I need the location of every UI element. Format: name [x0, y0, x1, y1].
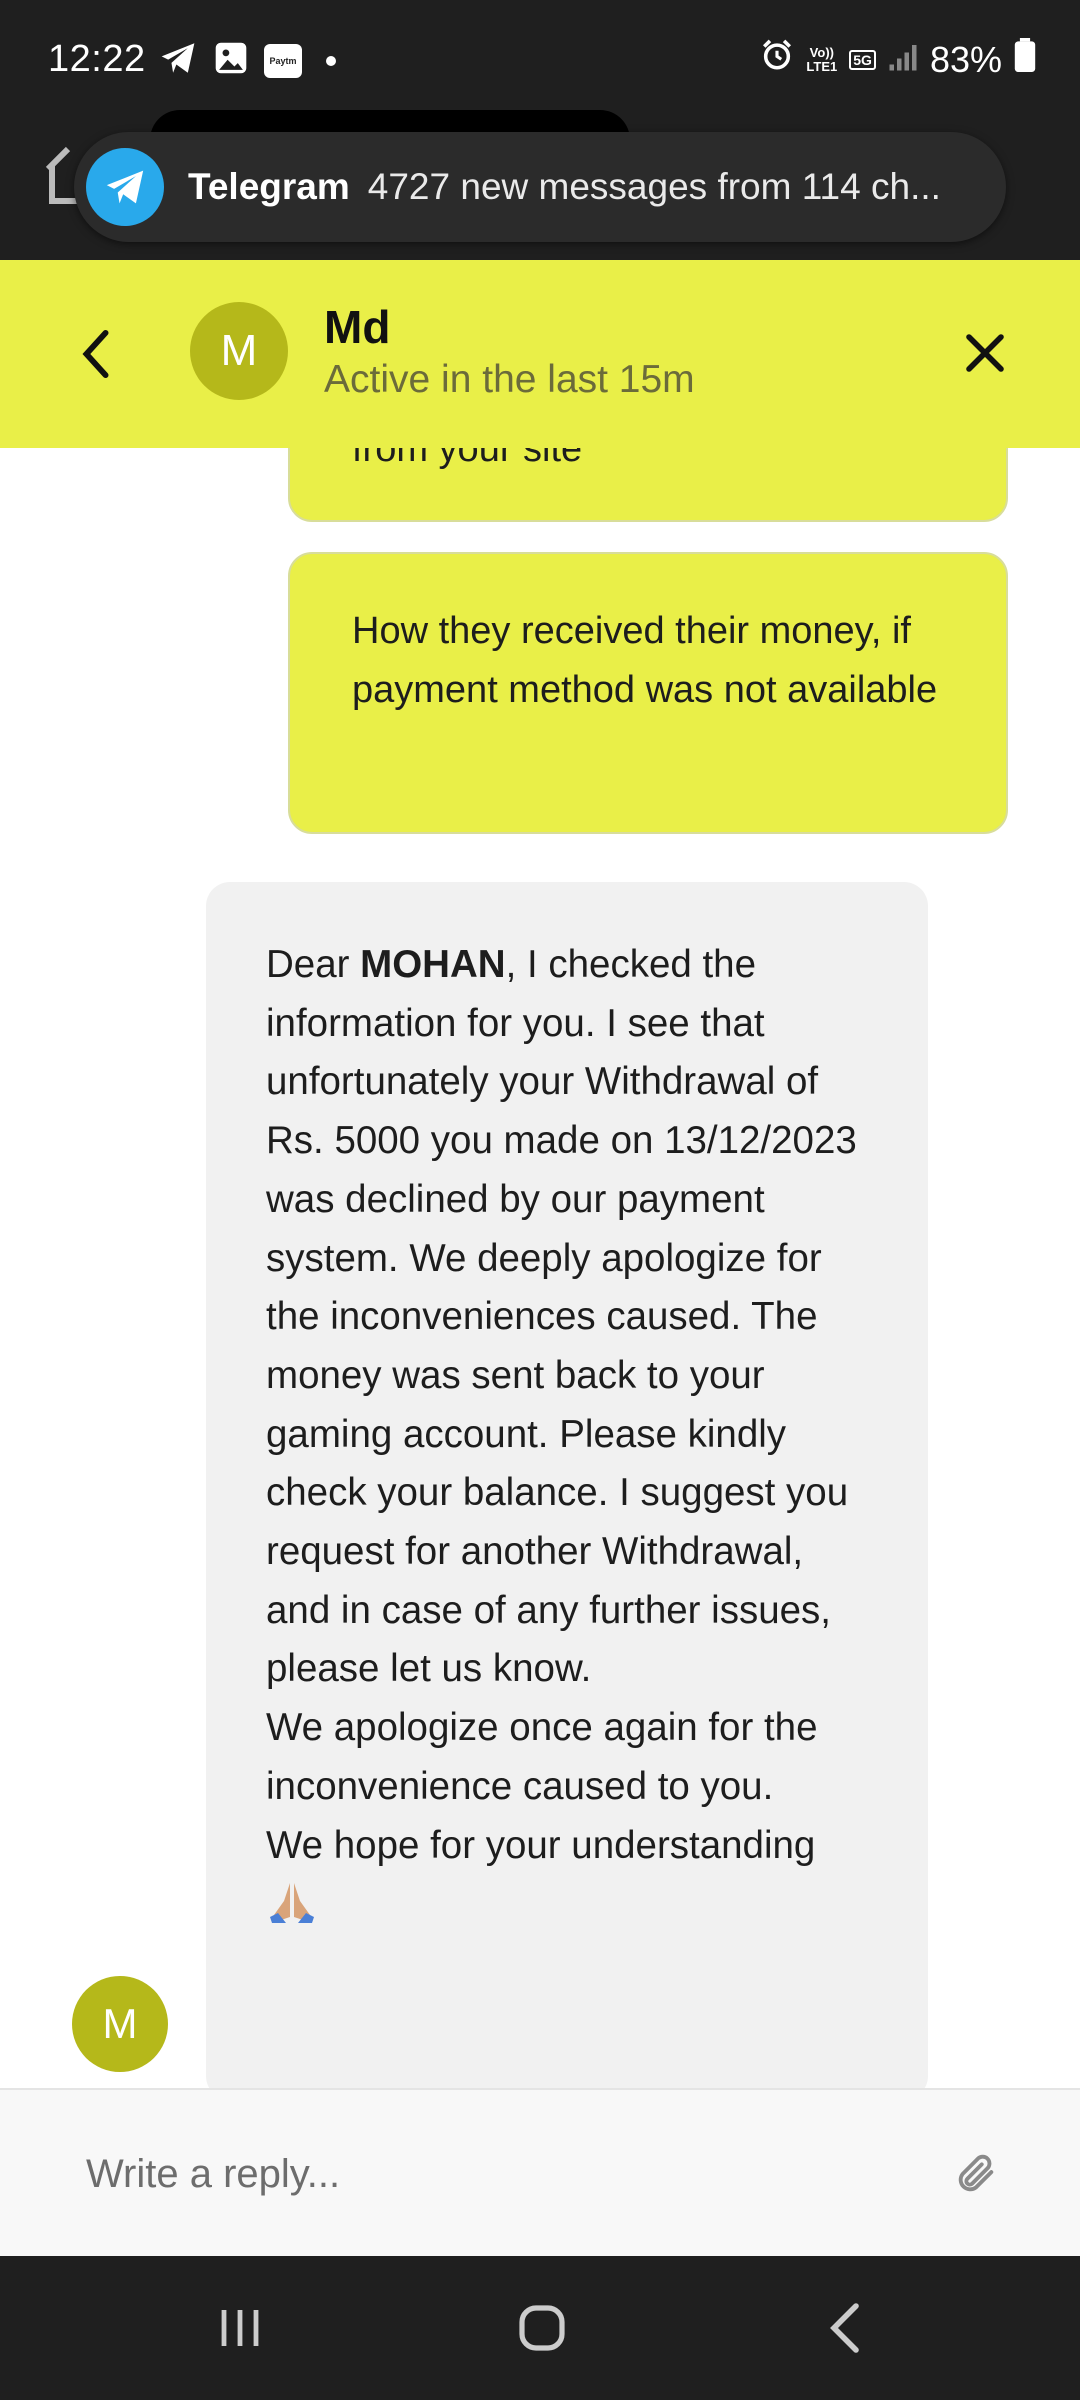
outgoing-message: from your site [288, 448, 1008, 522]
paytm-status-icon: Paytm [264, 43, 302, 78]
battery-percent: 83% [929, 38, 1002, 80]
chat-header: M Md Active in the last 15m [0, 260, 1080, 448]
message-text: , I checked the information for you. I s… [266, 943, 857, 1867]
agent-avatar: M [72, 1976, 168, 2072]
reply-composer [0, 2088, 1080, 2256]
status-time: 12:22 [48, 38, 146, 80]
battery-icon [1014, 38, 1036, 81]
close-button[interactable] [954, 322, 1016, 384]
recent-apps-icon [221, 2310, 259, 2346]
back-button[interactable] [66, 324, 126, 384]
customer-name: MOHAN [360, 943, 506, 986]
recent-apps-button[interactable] [200, 2296, 280, 2360]
outgoing-message: How they received their money, if paymen… [288, 552, 1008, 834]
paperclip-icon [958, 2154, 994, 2192]
home-circle-icon [519, 2305, 565, 2351]
alarm-icon [760, 38, 794, 81]
chevron-left-icon [82, 329, 109, 379]
folded-hands-icon [266, 1881, 318, 1943]
network-5g-icon: 5G [849, 49, 876, 70]
system-status-icons: Vo)) LTE1 5G 83% [760, 38, 1036, 81]
attach-button[interactable] [948, 2146, 1004, 2202]
telegram-status-icon [158, 40, 198, 81]
gallery-status-icon [214, 41, 248, 80]
home-button[interactable] [502, 2296, 582, 2360]
contact-status: Active in the last 15m [324, 358, 695, 401]
incoming-message: Dear MOHAN, I checked the information fo… [206, 882, 928, 2088]
reply-input[interactable] [86, 2140, 906, 2208]
message-text: How they received their money, if paymen… [352, 610, 938, 711]
notification-message: 4727 new messages from 114 ch... [367, 166, 941, 207]
volte-indicator: Vo)) LTE1 [806, 44, 838, 74]
notification-icons: Paytm [158, 40, 336, 81]
more-notifications-dot-icon [326, 55, 336, 66]
nav-back-button[interactable] [804, 2296, 884, 2360]
message-greeting: Dear [266, 943, 361, 986]
back-arrow-icon [830, 2303, 859, 2353]
contact-avatar: M [190, 302, 288, 400]
telegram-icon [86, 148, 164, 226]
notification-app-name: Telegram [188, 166, 350, 207]
close-icon [966, 334, 1004, 372]
contact-name: Md [324, 301, 391, 353]
telegram-notification[interactable]: Telegram 4727 new messages from 114 ch..… [74, 132, 1006, 242]
system-navigation-bar [0, 2256, 1080, 2400]
signal-icon [888, 39, 918, 81]
message-list[interactable]: from your site How they received their m… [0, 448, 1080, 2088]
status-bar: 12:22 Paytm Vo)) LTE1 5G 83% [0, 0, 1080, 125]
message-text: from your site [352, 448, 583, 470]
